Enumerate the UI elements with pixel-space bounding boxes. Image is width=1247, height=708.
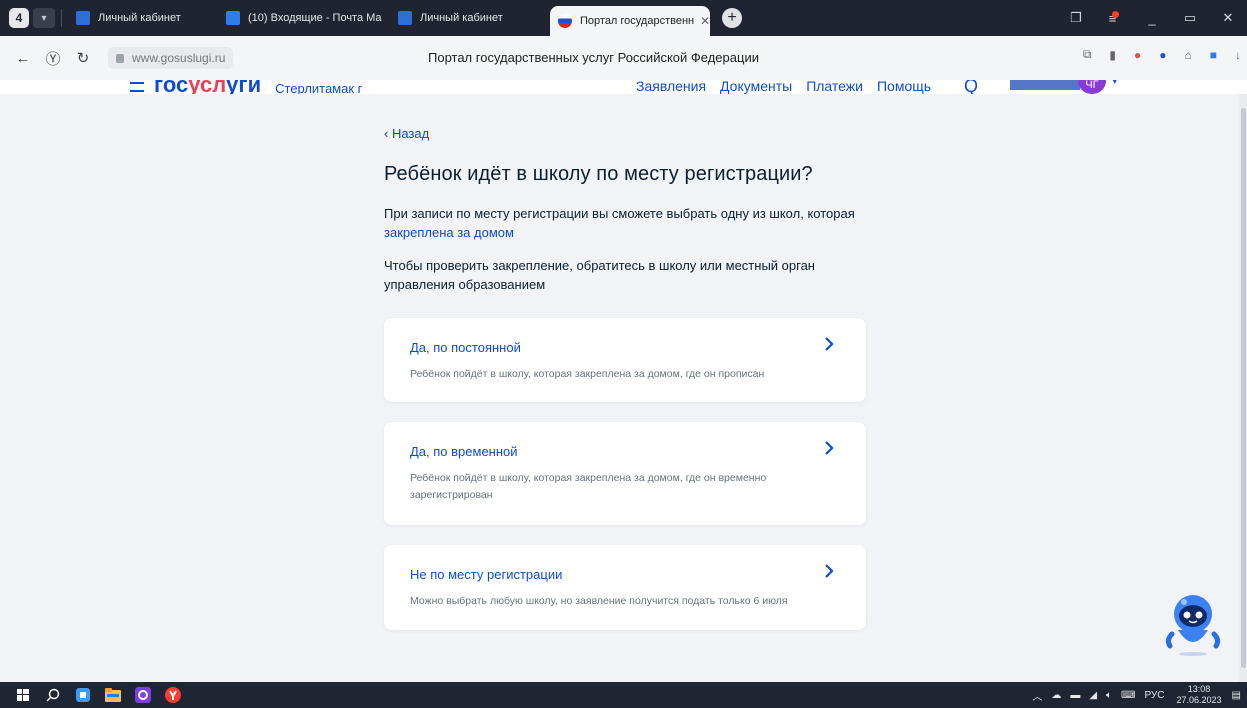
tab-lk-1[interactable]: Личный кабинет	[68, 4, 218, 32]
yandex-browser-icon[interactable]	[158, 682, 188, 708]
top-nav: Заявления Документы Платежи Помощь	[636, 80, 945, 94]
site-header: госуслуги Стерлитамак г Заявления Докуме…	[0, 80, 1247, 94]
back-label: Назад	[391, 126, 430, 141]
clock[interactable]: 13:08 27.06.2023	[1177, 684, 1222, 706]
notifications-icon[interactable]: ≡	[1095, 10, 1133, 26]
logo-row: госуслуги Стерлитамак г	[130, 80, 362, 94]
address-bar: ← Ⓨ ↻ www.gosuslugi.ru Портал государств…	[0, 36, 1247, 80]
download-icon[interactable]: ↓	[1235, 48, 1241, 62]
windows-start-icon[interactable]	[8, 682, 38, 708]
clock-time: 13:08	[1187, 684, 1211, 694]
avatar[interactable]: ЧГ	[1078, 80, 1106, 94]
reload-icon[interactable]: ↻	[68, 49, 98, 67]
tab-label: Портал государственн	[580, 15, 695, 27]
mail-favicon-icon	[226, 11, 240, 25]
url-field[interactable]: www.gosuslugi.ru	[108, 47, 234, 69]
browser-tab-bar: 4 ▾ Личный кабинет (10) Входящие - Почта…	[0, 0, 1247, 36]
chevron-down-icon[interactable]: ▾	[1112, 80, 1118, 87]
option-title: Да, по временной	[410, 444, 518, 459]
tab-mail[interactable]: (10) Входящие - Почта Ма	[218, 4, 390, 32]
nav-payments[interactable]: Платежи	[806, 80, 863, 94]
tab-lk-2[interactable]: Личный кабинет	[390, 4, 550, 32]
gosuslugi-logo[interactable]: госуслуги	[154, 80, 261, 94]
extension-icon[interactable]: ●	[1134, 48, 1141, 62]
page-heading: Ребёнок идёт в школу по месту регистраци…	[384, 163, 813, 185]
option-description: Можно выбрать любую школу, но заявление …	[410, 595, 788, 607]
option-card-permanent[interactable]: Да, по постоянной Ребёнок пойдёт в школу…	[384, 318, 866, 402]
option-description: Ребёнок пойдёт в школу, которая закрепле…	[410, 368, 765, 380]
check-paragraph: Чтобы проверить закрепление, обратитесь …	[384, 258, 815, 292]
new-tab-button[interactable]: +	[722, 8, 742, 28]
main-content: ‹ Назад Ребёнок идёт в школу по месту ре…	[0, 94, 1247, 682]
divider	[61, 9, 62, 27]
scrollbar-thumb[interactable]	[1241, 108, 1246, 668]
menu-icon[interactable]	[130, 82, 144, 92]
nav-documents[interactable]: Документы	[720, 80, 792, 94]
tab-counter-button[interactable]: 4	[9, 8, 29, 28]
close-tab-icon[interactable]: ✕	[700, 14, 710, 28]
option-title: Не по месту регистрации	[410, 567, 563, 582]
app-g-icon[interactable]	[128, 682, 158, 708]
puzzle-icon[interactable]: ⌂	[1185, 48, 1192, 62]
battery-icon[interactable]: ▬	[1070, 690, 1080, 701]
option-title: Да, по постоянной	[410, 340, 521, 355]
chevron-down-icon[interactable]: ▾	[33, 8, 55, 28]
chevron-right-icon	[825, 564, 834, 578]
file-explorer-icon[interactable]	[98, 682, 128, 708]
bookmark-icon[interactable]: ▮	[1109, 48, 1116, 62]
tab-portal-active[interactable]: Портал государственн ✕	[550, 6, 710, 36]
russia-flag-icon	[558, 14, 572, 28]
minimize-button[interactable]: _	[1133, 11, 1171, 26]
intro-link[interactable]: закреплена за домом	[384, 225, 514, 240]
windows-taskbar: ︿ ☁ ▬ ◢ 🔈︎ ⌨ РУС 13:08 27.06.2023 ▤	[0, 682, 1247, 708]
close-window-button[interactable]: ✕	[1209, 10, 1247, 26]
assistant-robot-icon[interactable]	[1162, 590, 1224, 660]
lock-icon	[116, 53, 124, 63]
user-name-redacted[interactable]	[1010, 80, 1080, 90]
yandex-icon[interactable]: Ⓨ	[38, 48, 68, 69]
notifications-center-icon[interactable]: ▤	[1232, 690, 1241, 701]
translate-icon[interactable]: ⧉	[1083, 47, 1092, 62]
option-description: Ребёнок пойдёт в школу, которая закрепле…	[410, 472, 767, 501]
logo-accent: усл	[188, 80, 227, 94]
keyboard-icon[interactable]: ⌨	[1121, 690, 1135, 701]
clock-date: 27.06.2023	[1176, 695, 1222, 705]
system-tray: ︿ ☁ ▬ ◢ 🔈︎ ⌨ РУС 13:08 27.06.2023 ▤	[1023, 682, 1247, 708]
intro-text: При записи по месту регистрации вы сможе…	[384, 206, 855, 221]
nav-help[interactable]: Помощь	[877, 80, 931, 94]
option-card-temporary[interactable]: Да, по временной Ребёнок пойдёт в школу,…	[384, 422, 866, 525]
tab-label: (10) Входящие - Почта Ма	[248, 12, 382, 24]
gosuslugi-favicon-icon	[398, 11, 412, 25]
chevron-right-icon	[825, 441, 834, 455]
page-title: Портал государственных услуг Российской …	[428, 50, 759, 65]
url-text: www.gosuslugi.ru	[132, 51, 226, 65]
gosuslugi-favicon-icon	[76, 11, 90, 25]
intro-paragraph: При записи по месту регистрации вы сможе…	[384, 204, 874, 242]
nav-applications[interactable]: Заявления	[636, 80, 706, 94]
back-link[interactable]: ‹ Назад	[384, 126, 429, 141]
network-icon[interactable]: ◢	[1089, 690, 1097, 701]
store-icon[interactable]	[68, 682, 98, 708]
option-card-not-registration[interactable]: Не по месту регистрации Можно выбрать лю…	[384, 545, 866, 630]
search-icon[interactable]	[38, 682, 68, 708]
city-selector[interactable]: Стерлитамак г	[275, 81, 362, 95]
language-indicator[interactable]: РУС	[1144, 690, 1164, 701]
back-arrow-icon[interactable]: ←	[8, 50, 38, 67]
tab-copy-icon[interactable]: ❐	[1057, 10, 1095, 26]
search-icon[interactable]: Q	[964, 80, 978, 94]
onedrive-icon[interactable]: ☁	[1051, 690, 1061, 701]
window-controls: ❐ ≡ _ ▭ ✕	[1057, 0, 1247, 36]
chevron-up-icon[interactable]: ︿	[1032, 688, 1042, 703]
volume-icon[interactable]: 🔈︎	[1106, 690, 1112, 701]
restore-button[interactable]: ▭	[1171, 10, 1209, 26]
russia-flag-extension-icon[interactable]: ●	[1159, 48, 1166, 62]
chevron-right-icon	[825, 337, 834, 351]
browser-toolbar-icons: ⧉ ▮ ● ● ⌂ ■ ↓	[1065, 47, 1241, 62]
tab-label: Личный кабинет	[420, 12, 503, 24]
tab-label: Личный кабинет	[98, 12, 181, 24]
profile-icon[interactable]: ■	[1210, 48, 1217, 62]
